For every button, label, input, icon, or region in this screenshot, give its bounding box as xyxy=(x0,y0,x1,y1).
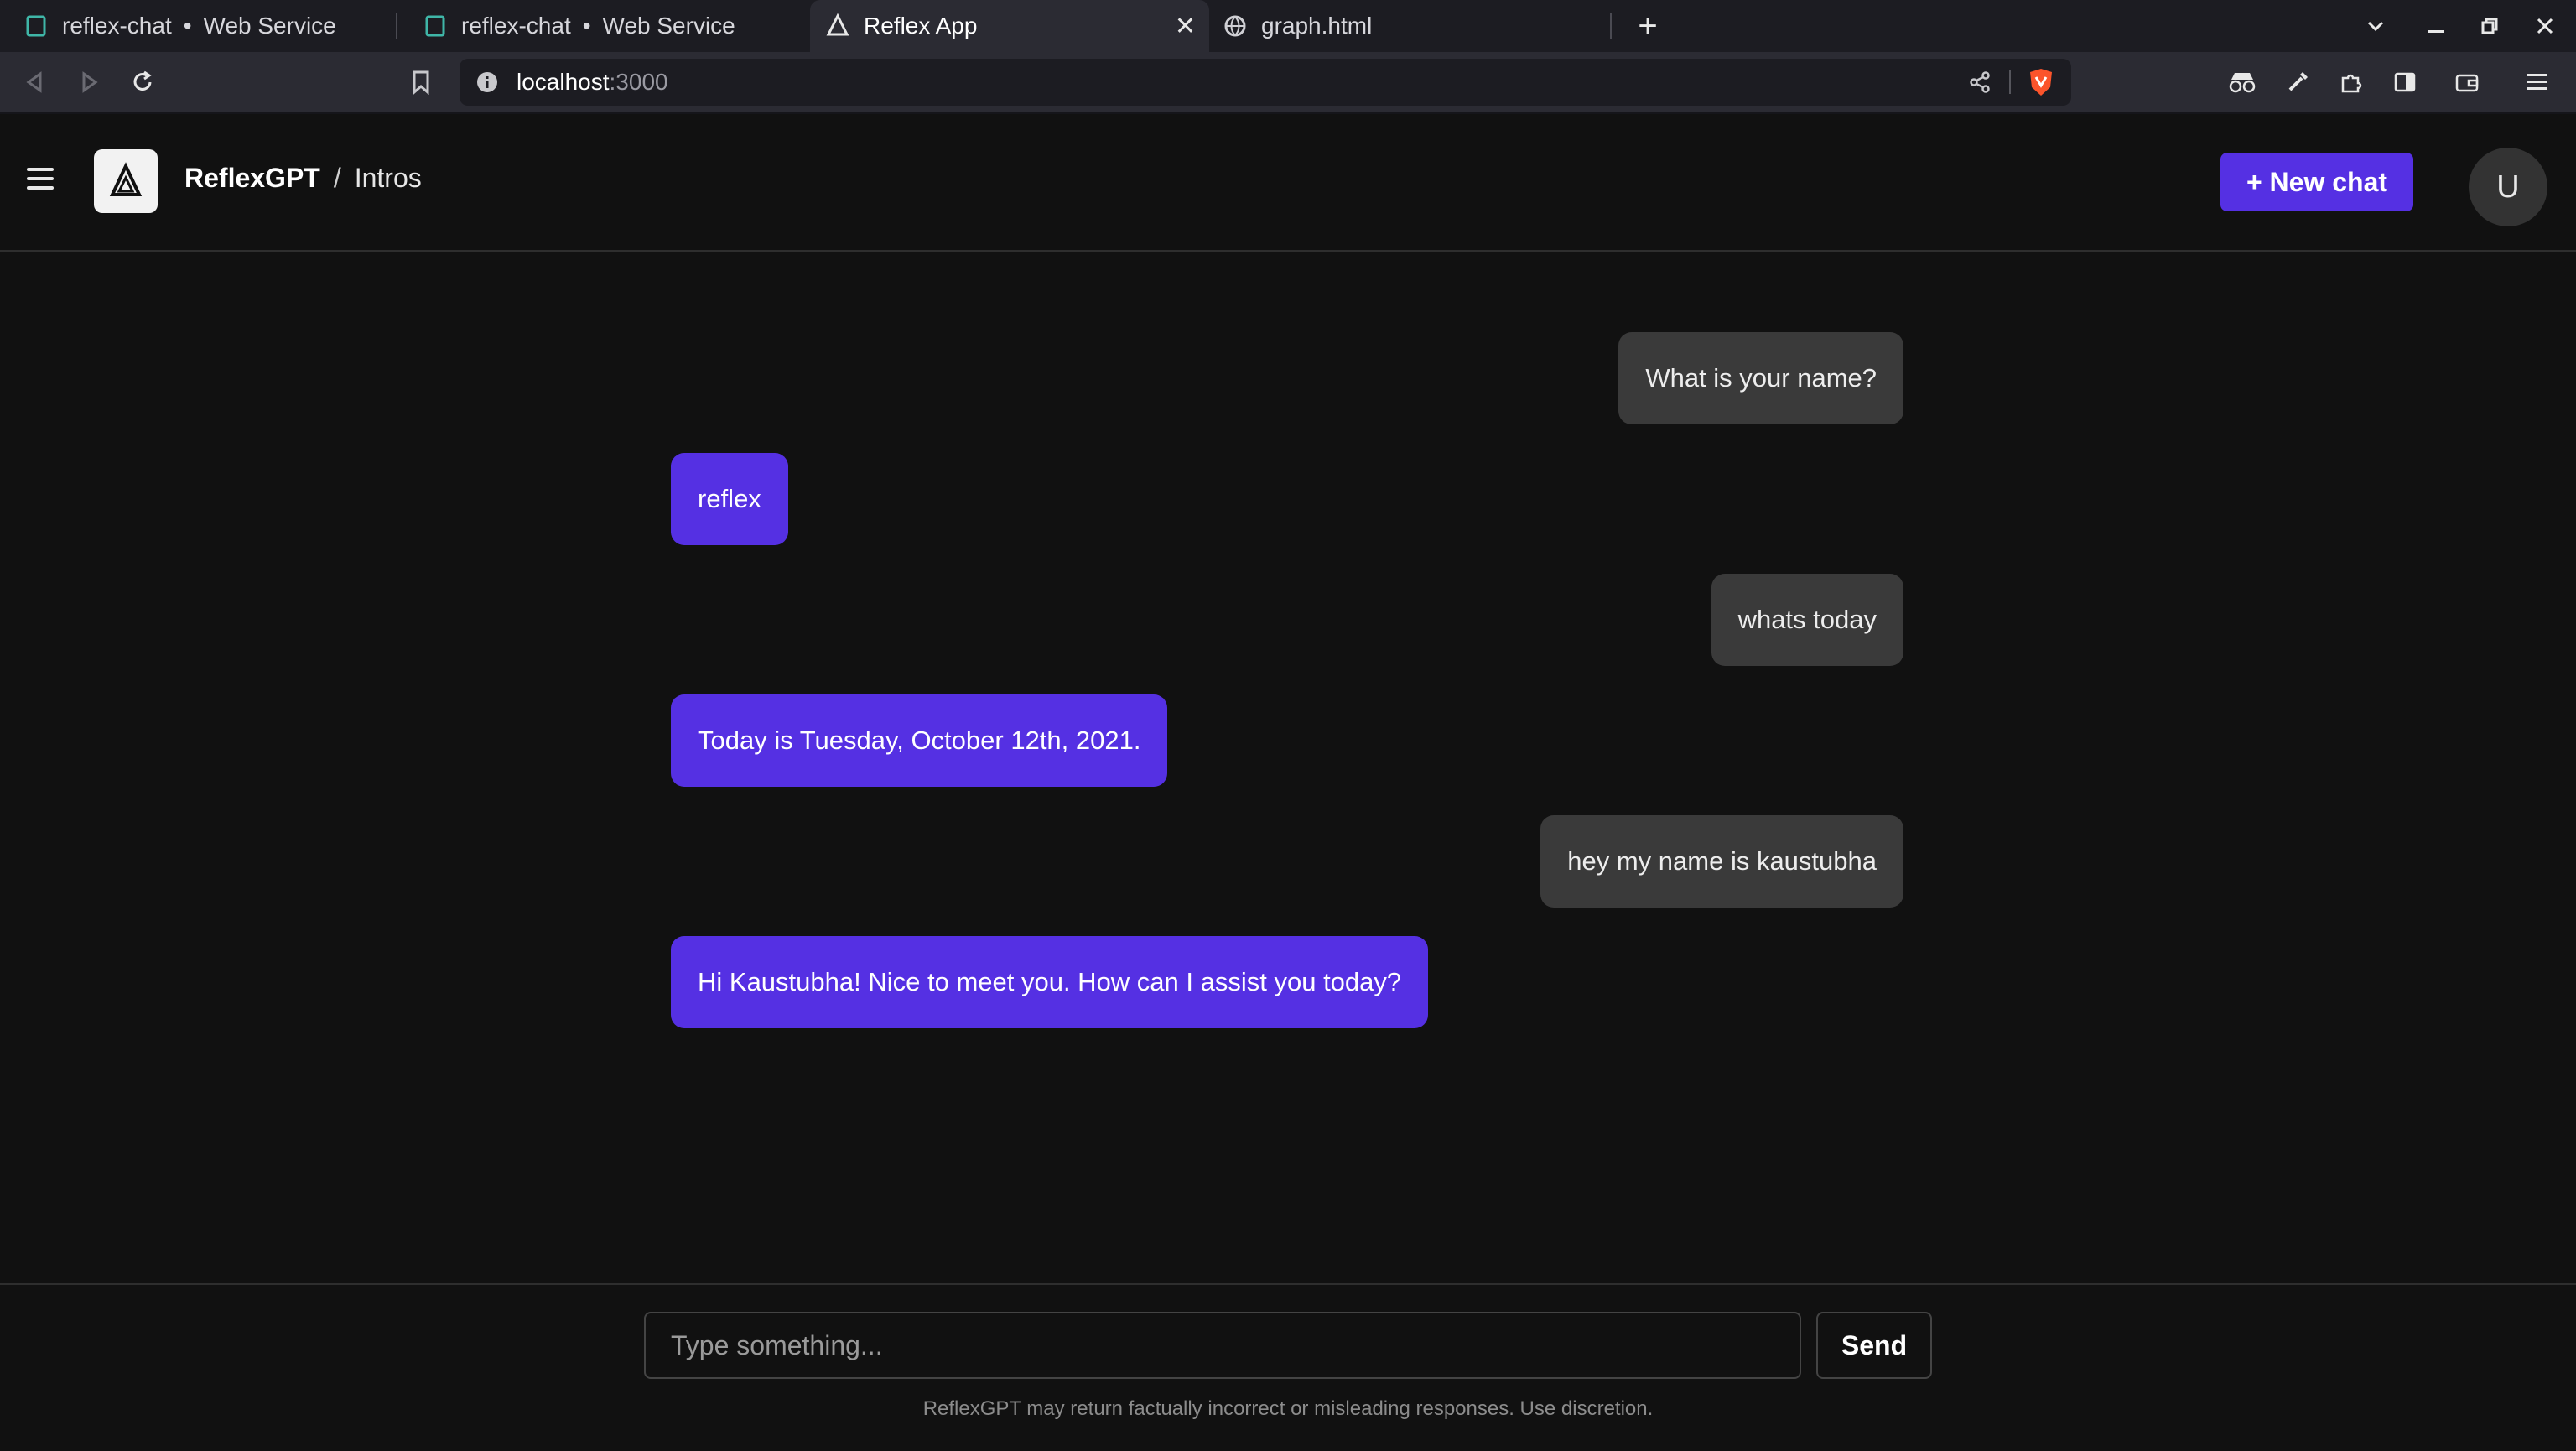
bot-message: reflex xyxy=(671,453,788,545)
chat-title: Intros xyxy=(354,163,422,193)
tab-dot: • xyxy=(183,13,192,39)
globe-icon xyxy=(1224,15,1246,37)
browser-tab[interactable]: reflex-chat • Web Service xyxy=(23,0,384,52)
window-close-icon[interactable] xyxy=(2526,7,2564,45)
page-icon xyxy=(26,15,46,37)
url-text: localhost:3000 xyxy=(517,69,668,96)
tab-title: Reflex App xyxy=(864,13,978,39)
browser-tab[interactable]: graph.html xyxy=(1223,0,1608,52)
url-host: localhost xyxy=(517,69,610,95)
reload-icon[interactable] xyxy=(126,65,159,99)
app-header: ReflexGPT / Intros + New chat U xyxy=(0,114,2576,252)
share-icon[interactable] xyxy=(1969,70,1992,94)
wallet-icon[interactable] xyxy=(2450,65,2484,99)
bookmark-icon[interactable] xyxy=(404,65,438,99)
hamburger-menu-icon[interactable] xyxy=(27,168,54,193)
send-button[interactable]: Send xyxy=(1816,1312,1932,1379)
tab-separator xyxy=(396,13,397,39)
user-message: What is your name? xyxy=(1618,332,1903,424)
sidebar-icon[interactable] xyxy=(2388,65,2422,99)
browser-toolbar: localhost:3000 xyxy=(0,52,2576,114)
brave-shield-icon[interactable] xyxy=(2028,67,2054,97)
brand-name[interactable]: ReflexGPT xyxy=(184,163,320,194)
tab-dot: • xyxy=(582,13,591,39)
bot-message: Today is Tuesday, October 12th, 2021. xyxy=(671,694,1168,787)
chat-messages: What is your name? reflex whats today To… xyxy=(0,252,2576,1283)
user-message: whats today xyxy=(1711,574,1903,666)
tab-suffix: Web Service xyxy=(203,13,336,39)
tab-title: reflex-chat xyxy=(62,13,172,39)
minimize-icon[interactable] xyxy=(2417,7,2455,45)
back-icon[interactable] xyxy=(18,65,52,99)
composer: Send ReflexGPT may return factually inco… xyxy=(0,1283,2576,1451)
eyedropper-icon[interactable] xyxy=(2281,65,2314,99)
url-port: :3000 xyxy=(609,69,668,95)
reflex-logo-icon xyxy=(826,13,849,36)
browser-tab-strip: reflex-chat • Web Service reflex-chat • … xyxy=(0,0,2576,52)
tab-suffix: Web Service xyxy=(602,13,735,39)
disclaimer-text: ReflexGPT may return factually incorrect… xyxy=(922,1397,1654,1420)
tab-title: graph.html xyxy=(1261,13,1373,39)
menu-icon[interactable] xyxy=(2521,65,2554,99)
breadcrumb-separator: / xyxy=(333,163,341,193)
user-message: hey my name is kaustubha xyxy=(1540,815,1903,908)
browser-tab-active[interactable]: Reflex App ✕ xyxy=(810,0,1209,52)
forward-icon[interactable] xyxy=(72,65,106,99)
chevron-down-icon[interactable] xyxy=(2356,7,2395,45)
reflex-logo[interactable] xyxy=(94,149,158,213)
close-icon[interactable]: ✕ xyxy=(1175,12,1196,41)
extensions-icon[interactable] xyxy=(2334,65,2368,99)
breadcrumb: ReflexGPT / Intros xyxy=(184,163,422,194)
tab-title: reflex-chat xyxy=(461,13,571,39)
tab-separator xyxy=(1610,13,1612,39)
bot-message: Hi Kaustubha! Nice to meet you. How can … xyxy=(671,936,1429,1028)
page-icon xyxy=(425,15,445,37)
address-bar[interactable]: localhost:3000 xyxy=(460,59,2071,106)
restore-icon[interactable] xyxy=(2470,7,2509,45)
chat-input[interactable] xyxy=(644,1312,1801,1379)
new-tab-icon[interactable]: + xyxy=(1628,7,1667,45)
reflex-logo-icon xyxy=(109,162,143,196)
info-icon[interactable] xyxy=(476,71,498,93)
new-chat-button[interactable]: + New chat xyxy=(2220,153,2413,211)
incognito-icon[interactable] xyxy=(2225,65,2259,99)
urlbar-divider xyxy=(2009,70,2011,94)
avatar[interactable]: U xyxy=(2469,148,2547,226)
browser-tab[interactable]: reflex-chat • Web Service xyxy=(423,0,792,52)
